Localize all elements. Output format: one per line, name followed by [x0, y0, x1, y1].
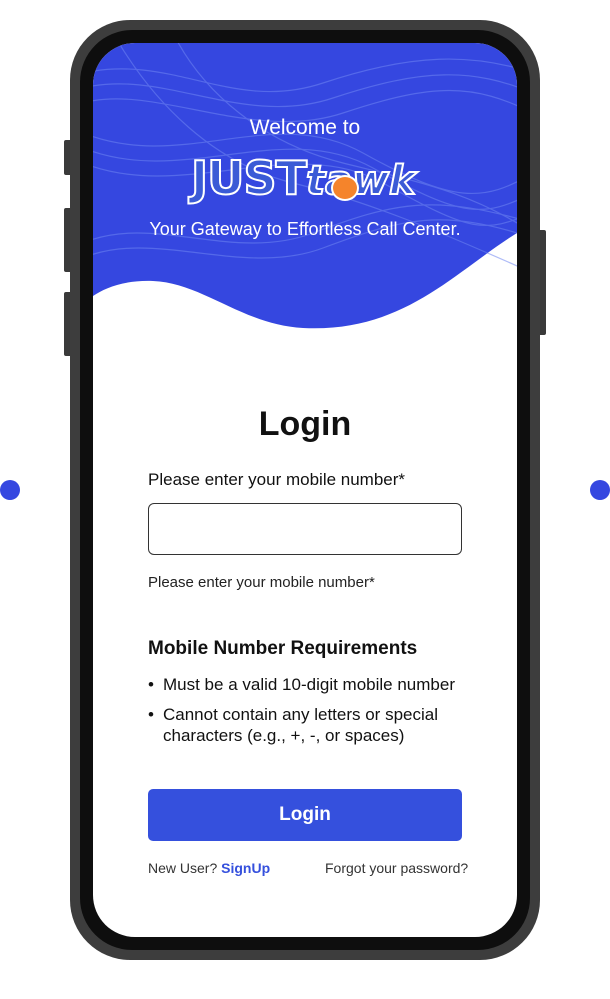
requirement-item: Must be a valid 10-digit mobile number	[148, 674, 478, 695]
page-title: Login	[258, 405, 352, 443]
decorative-dot-right	[590, 480, 610, 500]
forgot-password-link[interactable]: Forgot your password?	[325, 860, 468, 876]
requirements-heading: Mobile Number Requirements	[148, 638, 418, 659]
app-screen: Welcome to JUSTtawk Your Gateway to Effo…	[93, 43, 517, 937]
signup-link[interactable]: SignUp	[221, 860, 270, 876]
login-button[interactable]: Login	[148, 789, 462, 841]
chat-bubble-icon	[331, 175, 359, 201]
welcome-text: Welcome to	[249, 116, 361, 139]
mobile-number-helper-text: Please enter your mobile number*	[148, 574, 375, 591]
logo-text-just: JUST	[190, 150, 308, 206]
mobile-number-input[interactable]	[148, 503, 462, 555]
logo-text-tawk: tawk	[305, 157, 417, 205]
phone-frame: Welcome to JUSTtawk Your Gateway to Effo…	[70, 20, 540, 960]
mobile-number-label: Please enter your mobile number*	[148, 470, 406, 489]
requirements-list: Must be a valid 10-digit mobile number C…	[148, 674, 478, 755]
requirement-item: Cannot contain any letters or special ch…	[148, 704, 478, 746]
justtawk-logo: JUSTtawk	[185, 149, 425, 211]
new-user-prompt: New User? SignUp	[148, 860, 270, 876]
decorative-dot-left	[0, 480, 20, 500]
tagline: Your Gateway to Effortless Call Center.	[149, 219, 461, 239]
new-user-text: New User?	[148, 860, 218, 876]
hero-banner: Welcome to JUSTtawk Your Gateway to Effo…	[93, 43, 517, 343]
